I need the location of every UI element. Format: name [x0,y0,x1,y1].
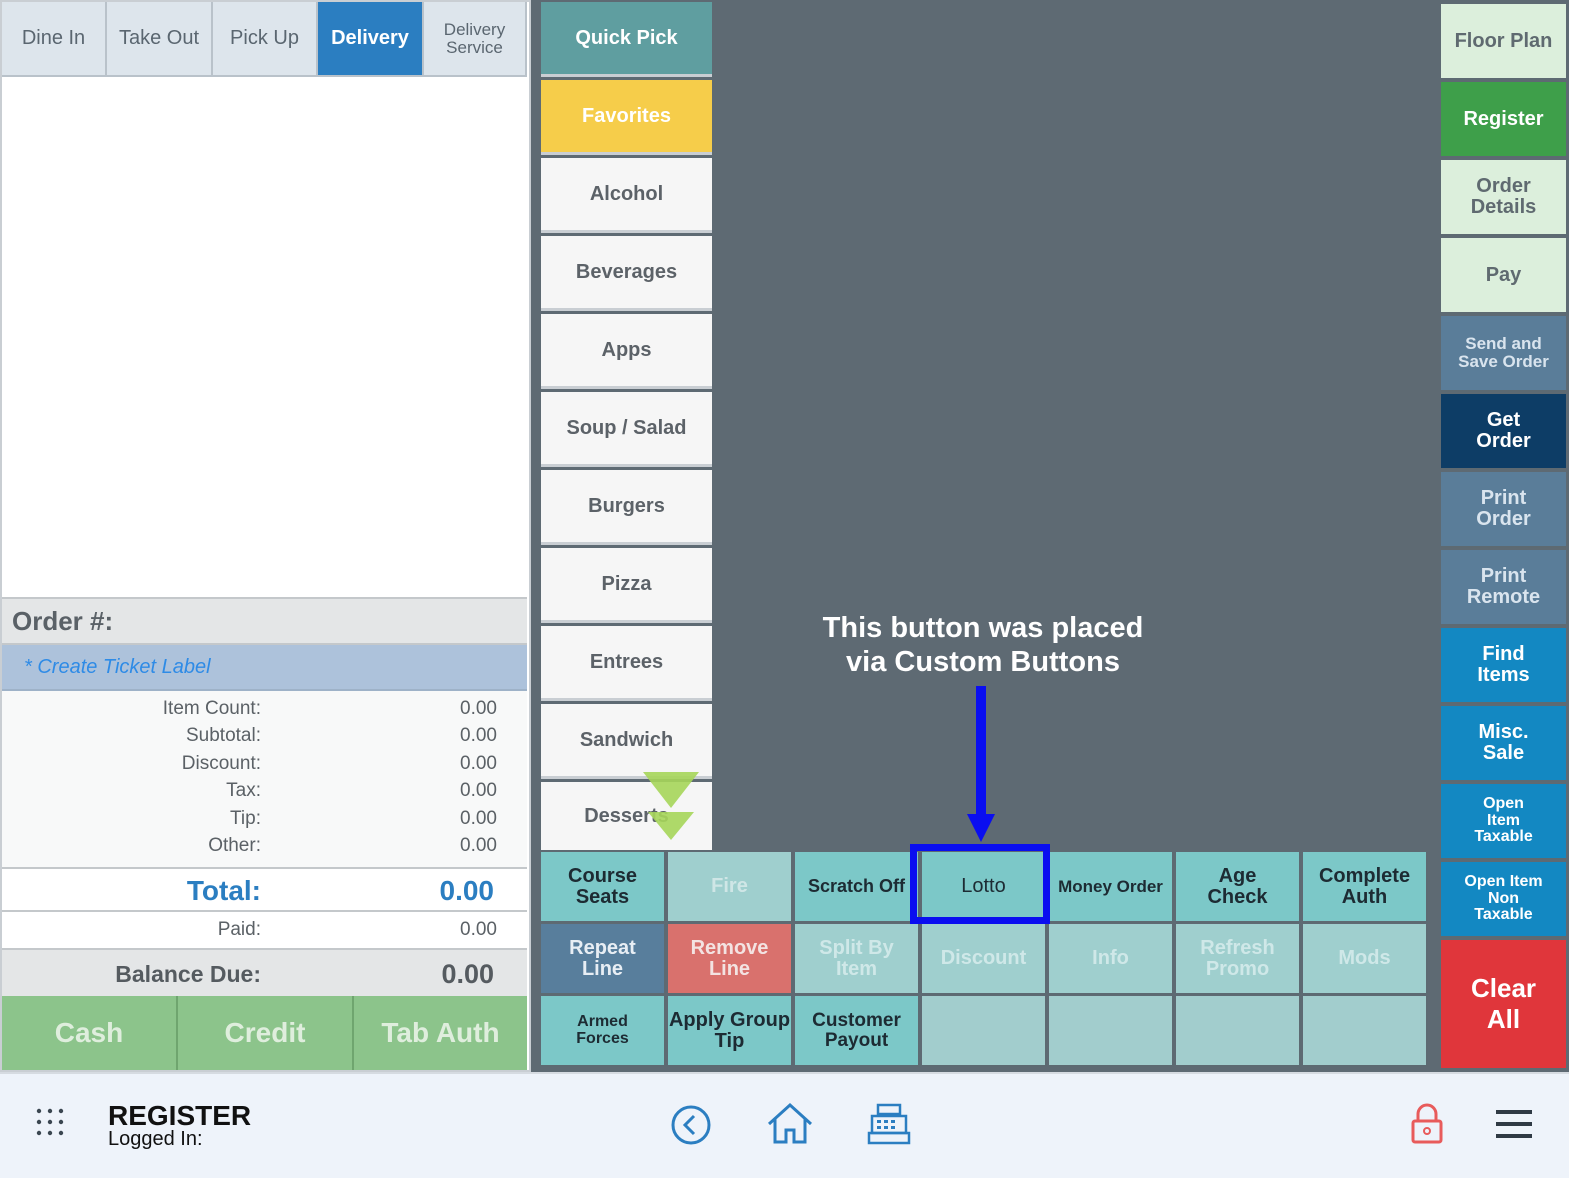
total-label: Total: [186,875,261,906]
customer-payout-button[interactable]: Customer Payout [795,996,920,1067]
cash-button[interactable]: Cash [2,996,178,1070]
apps-grid-icon[interactable] [36,1108,66,1138]
print-remote-button[interactable]: Print Remote [1441,550,1566,626]
tab-dine-in[interactable]: Dine In [2,2,107,77]
tab-pick-up[interactable]: Pick Up [213,2,318,77]
category-alcohol[interactable]: Alcohol [541,158,712,233]
paid-value: 0.00 [460,919,497,940]
other-row: Other: 0.00 [2,831,527,859]
annotation-arrow-icon [967,686,995,842]
order-totals: Item Count: 0.00 Subtotal: 0.00 Discount: 0… [2,691,527,867]
empty-slot-button[interactable] [1049,996,1174,1067]
floor-plan-button[interactable]: Floor Plan [1441,4,1566,80]
apply-group-tip-button[interactable]: Apply Group Tip [668,996,793,1067]
empty-slot-button[interactable] [1176,996,1301,1067]
print-order-button[interactable]: Print Order [1441,472,1566,548]
scroll-down-icon[interactable] [640,770,702,842]
item-count-row: Item Count: 0.00 [2,694,527,722]
repeat-line-button[interactable]: Repeat Line [541,924,666,995]
category-beverages[interactable]: Beverages [541,236,712,311]
order-number-header: Order #: [2,597,527,645]
category-quick-pick[interactable]: Quick Pick [541,2,712,77]
order-details-button[interactable]: Order Details [1441,160,1566,236]
info-button[interactable]: Info [1049,924,1174,995]
subtotal-label: Subtotal: [186,725,261,746]
armed-forces-button[interactable]: Armed Forces [541,996,666,1067]
item-count-value: 0.00 [460,698,497,719]
tip-value: 0.00 [460,808,497,829]
home-icon[interactable] [766,1102,814,1146]
empty-slot-button[interactable] [1303,996,1428,1067]
tab-delivery-service[interactable]: Delivery Service [424,2,527,77]
discount-label: Discount: [181,753,261,774]
balance-due-label: Balance Due: [115,961,261,987]
tax-label: Tax: [226,780,261,801]
open-item-non-taxable-button[interactable]: Open Item Non Taxable [1441,862,1566,938]
misc-sale-button[interactable]: Misc. Sale [1441,706,1566,782]
register-button[interactable]: Register [1441,82,1566,158]
tip-label: Tip: [230,808,261,829]
balance-due-value: 0.00 [441,959,494,989]
category-entrees[interactable]: Entrees [541,626,712,701]
total-value: 0.00 [439,875,495,906]
open-item-taxable-button[interactable]: Open Item Taxable [1441,784,1566,860]
paid-label: Paid: [217,919,261,940]
lotto-highlight-box [910,844,1050,924]
other-label: Other: [208,835,261,856]
age-check-button[interactable]: Age Check [1176,852,1301,923]
create-ticket-label-link[interactable]: * Create Ticket Label [2,645,527,691]
subtotal-value: 0.00 [460,725,497,746]
paid-row: Paid: 0.00 [2,912,527,948]
remove-line-button[interactable]: Remove Line [668,924,793,995]
lock-icon[interactable] [1410,1103,1444,1145]
get-order-button[interactable]: Get Order [1441,394,1566,470]
credit-button[interactable]: Credit [178,996,354,1070]
tax-value: 0.00 [460,780,497,801]
category-apps[interactable]: Apps [541,314,712,389]
item-count-label: Item Count: [162,698,261,719]
discount-button[interactable]: Discount [922,924,1047,995]
category-sandwich[interactable]: Sandwich [541,704,712,779]
annotation-line-2: via Custom Buttons [846,645,1120,678]
other-value: 0.00 [460,835,497,856]
balance-due-row: Balance Due: 0.00 [2,948,527,996]
find-items-button[interactable]: Find Items [1441,628,1566,704]
split-by-item-button[interactable]: Split By Item [795,924,920,995]
order-items-list[interactable] [2,79,527,597]
fire-button[interactable]: Fire [668,852,793,923]
annotation-line-1: This button was placed [822,612,1144,644]
custom-button-annotation: This button was placed via Custom Button… [800,612,1166,680]
tab-auth-button[interactable]: Tab Auth [354,996,527,1070]
hamburger-menu-icon[interactable] [1496,1108,1534,1140]
discount-row: Discount: 0.00 [2,749,527,777]
tax-row: Tax: 0.00 [2,776,527,804]
category-pizza[interactable]: Pizza [541,548,712,623]
tip-row: Tip: 0.00 [2,804,527,832]
clear-all-button[interactable]: Clear All [1441,940,1566,1070]
discount-value: 0.00 [460,753,497,774]
back-circle-icon[interactable] [670,1104,712,1146]
category-soup-salad[interactable]: Soup / Salad [541,392,712,467]
send-save-order-button[interactable]: Send and Save Order [1441,316,1566,392]
pay-button[interactable]: Pay [1441,238,1566,314]
complete-auth-button[interactable]: Complete Auth [1303,852,1428,923]
mods-button[interactable]: Mods [1303,924,1428,995]
category-favorites[interactable]: Favorites [541,80,712,155]
cash-register-icon[interactable] [866,1102,914,1146]
scratch-off-button[interactable]: Scratch Off [795,852,920,923]
subtotal-row: Subtotal: 0.00 [2,721,527,749]
tab-delivery[interactable]: Delivery [318,2,424,77]
total-row: Total: 0.00 [2,867,527,912]
course-seats-button[interactable]: Course Seats [541,852,666,923]
refresh-promo-button[interactable]: Refresh Promo [1176,924,1301,995]
empty-slot-button[interactable] [922,996,1047,1067]
tab-take-out[interactable]: Take Out [107,2,213,77]
logged-in-label: Logged In: [108,1128,203,1150]
money-order-button[interactable]: Money Order [1049,852,1174,923]
category-burgers[interactable]: Burgers [541,470,712,545]
